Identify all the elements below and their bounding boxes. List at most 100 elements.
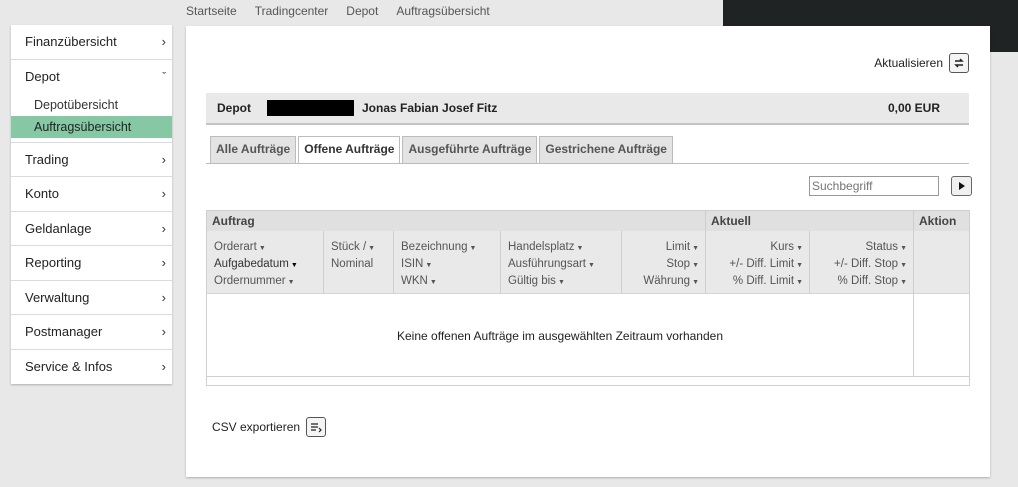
column-divider [621,231,622,294]
sort-isin[interactable]: ISIN ▼ [401,258,494,275]
csv-export-label: CSV exportieren [212,420,301,434]
col-kurs: Kurs ▼ +/- Diff. Limit ▼ % Diff. Limit ▼ [706,231,809,294]
column-divider [393,231,394,294]
tab-alle-auftraege[interactable]: Alle Aufträge [210,136,297,163]
sidebar-item-finanzuebersicht[interactable]: Finanzübersicht › [11,25,172,60]
csv-export: CSV exportieren [212,417,327,437]
redacted-depot-number [267,100,354,116]
depot-amount: 0,00 EUR [887,101,940,115]
order-tabs: Alle Aufträge Offene Aufträge Ausgeführt… [210,136,673,164]
depot-owner: Jonas Fabian Josef Fitz [362,101,498,115]
sort-status[interactable]: Status ▼ [817,241,907,258]
col-limit: Limit ▼ Stop ▼ Währung ▼ [622,231,705,294]
tab-offene-auftraege[interactable]: Offene Aufträge [298,136,401,164]
column-divider [323,231,324,294]
main-panel: Aktualisieren Depot Jonas Fabian Josef F… [186,26,990,477]
depot-label: Depot [217,101,251,115]
chevron-right-icon: › [161,220,166,236]
refresh-control: Aktualisieren [874,53,969,73]
sidebar-item-label: Service & Infos [25,359,113,375]
breadcrumb-tradingcenter[interactable]: Tradingcenter [255,4,329,20]
sidebar-subitem-auftragsuebersicht[interactable]: Auftragsübersicht [11,115,172,138]
sort-diff-limit[interactable]: +/- Diff. Limit ▼ [713,258,803,275]
empty-state-message: Keine offenen Aufträge im ausgewählten Z… [397,328,723,343]
col-orderart: Orderart ▼ Aufgabedatum ▼ Ordernummer ▼ [207,231,323,294]
chevron-right-icon: › [161,324,166,340]
sidebar-item-label: Finanzübersicht [25,34,117,50]
search-input[interactable] [809,176,939,196]
group-auftrag: Auftrag [207,211,705,231]
sort-stueck[interactable]: Stück / ▼ [331,241,387,258]
sidebar-item-konto[interactable]: Konto › [11,177,172,212]
refresh-icon [954,58,964,68]
column-divider [809,231,810,294]
sort-orderart[interactable]: Orderart ▼ [214,241,317,258]
search-area [809,176,972,196]
chevron-right-icon: › [161,34,166,50]
sort-pct-diff-limit[interactable]: % Diff. Limit ▼ [713,275,803,292]
sidebar-item-geldanlage[interactable]: Geldanlage › [11,212,172,246]
sort-wkn[interactable]: WKN ▼ [401,275,494,292]
sort-handelsplatz[interactable]: Handelsplatz ▼ [508,241,615,258]
depot-bar: Depot Jonas Fabian Josef Fitz 0,00 EUR [206,93,969,125]
col-handelsplatz: Handelsplatz ▼ Ausführungsart ▼ Gültig bis… [501,231,621,294]
sort-pct-diff-stop[interactable]: % Diff. Stop ▼ [817,275,907,292]
breadcrumb: Startseite Tradingcenter Depot Auftragsü… [186,4,490,20]
breadcrumb-auftragsuebersicht[interactable]: Auftragsübersicht [396,4,489,20]
sidebar-subitem-depotuebersicht[interactable]: Depotübersicht [11,94,172,116]
sort-waehrung[interactable]: Währung ▼ [629,275,699,292]
sort-stop[interactable]: Stop ▼ [629,258,699,275]
col-bezeichnung: Bezeichnung ▼ ISIN ▼ WKN ▼ [394,231,500,294]
sort-limit[interactable]: Limit ▼ [629,241,699,258]
export-list-icon [311,423,322,433]
chevron-right-icon: › [161,255,166,271]
sidebar-item-label: Konto [25,186,59,202]
sidebar-item-label: Trading [25,151,69,167]
group-aktuell: Aktuell [706,211,913,231]
chevron-right-icon: › [161,289,166,305]
sidebar-item-label: Depot [25,69,60,84]
col-stueck: Stück / ▼ Nominal [324,231,393,294]
sort-ordernummer[interactable]: Ordernummer ▼ [214,275,317,292]
tab-ausgefuehrte-auftraege[interactable]: Ausgeführte Aufträge [402,136,538,163]
group-aktion: Aktion [914,211,969,231]
refresh-label: Aktualisieren [874,56,943,70]
sidebar-item-label: Reporting [25,255,82,271]
search-submit-button[interactable] [951,176,972,196]
chevron-right-icon: › [161,186,166,202]
sidebar-item-label: Postmanager [25,324,103,340]
sidebar-item-verwaltung[interactable]: Verwaltung › [11,281,172,315]
sort-bezeichnung[interactable]: Bezeichnung ▼ [401,241,494,258]
sort-gueltig-bis[interactable]: Gültig bis ▼ [508,275,615,292]
sidebar-item-reporting[interactable]: Reporting › [11,246,172,281]
orders-table: Auftrag Aktuell Aktion Orderart ▼ Aufgabe… [206,210,970,386]
breadcrumb-startseite[interactable]: Startseite [186,4,237,20]
label-nominal: Nominal [331,258,374,270]
column-divider [913,211,914,376]
sidebar-item-postmanager[interactable]: Postmanager › [11,315,172,350]
sort-kurs[interactable]: Kurs ▼ [713,241,803,258]
sidebar-item-label: Geldanlage [25,220,92,236]
csv-export-button[interactable] [306,417,327,437]
chevron-right-icon: › [161,151,166,167]
chevron-down-icon: ˇ [162,70,166,83]
column-divider [500,231,501,294]
sidebar: Finanzübersicht › Depot ˇ Depotübersicht… [11,25,172,384]
refresh-button[interactable] [949,53,969,73]
sidebar-item-trading[interactable]: Trading › [11,143,172,177]
sidebar-item-depot[interactable]: Depot ˇ [11,60,172,94]
play-icon [958,182,965,190]
sidebar-item-label: Verwaltung [25,289,90,305]
tab-gestrichene-auftraege[interactable]: Gestrichene Aufträge [539,136,673,163]
col-status: Status ▼ +/- Diff. Stop ▼ % Diff. Stop ▼ [810,231,913,294]
breadcrumb-depot[interactable]: Depot [346,4,378,20]
sort-ausfuehrungsart[interactable]: Ausführungsart ▼ [508,258,615,275]
sidebar-group-depot: Depot ˇ Depotübersicht Auftragsübersicht [11,60,172,143]
sort-diff-stop[interactable]: +/- Diff. Stop ▼ [817,258,907,275]
sort-aufgabedatum[interactable]: Aufgabedatum ▼ [214,258,317,275]
column-divider [705,211,706,294]
tab-divider [206,163,969,164]
chevron-right-icon: › [161,359,166,375]
table-divider [207,376,969,377]
sidebar-item-service-infos[interactable]: Service & Infos › [11,350,172,385]
